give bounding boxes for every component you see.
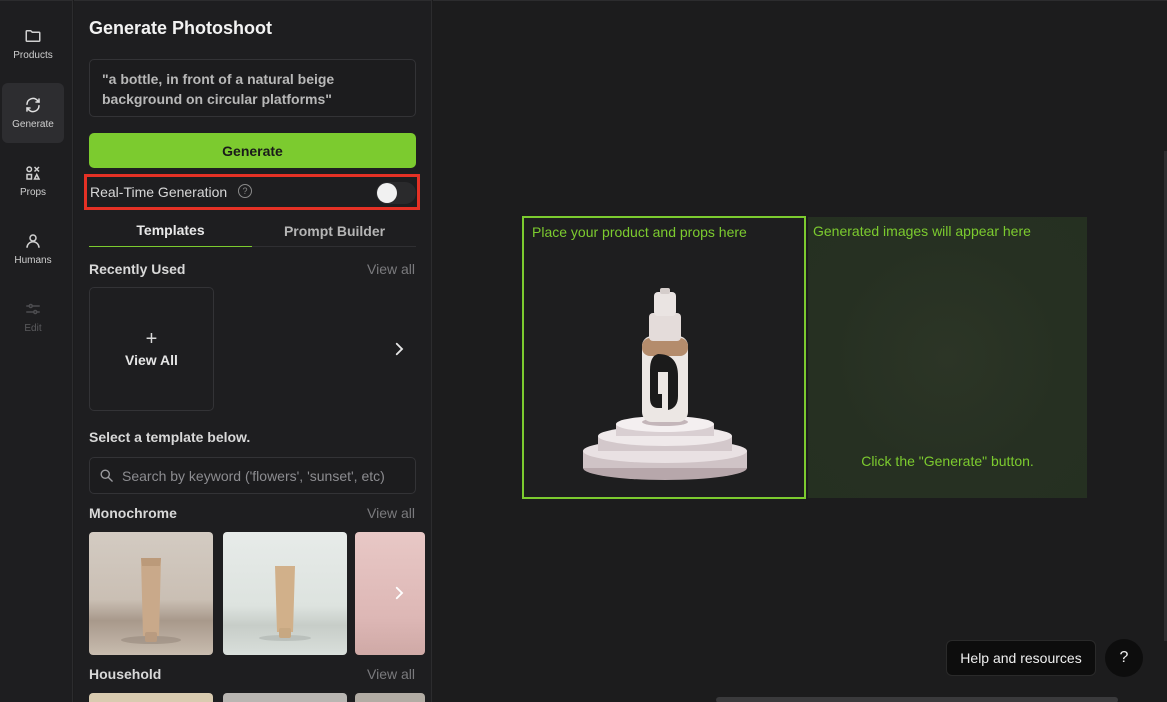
view-all-card[interactable]: + View All bbox=[89, 287, 214, 411]
rail-label: Products bbox=[13, 50, 53, 61]
rail-item-products[interactable]: Products bbox=[2, 14, 64, 74]
realtime-toggle[interactable] bbox=[376, 182, 416, 204]
realtime-generation-label: Real-Time Generation bbox=[90, 184, 228, 200]
person-icon bbox=[26, 234, 40, 248]
template-thumbnail[interactable] bbox=[223, 693, 347, 702]
recently-used-view-all[interactable]: View all bbox=[367, 261, 415, 277]
tube-product-image bbox=[121, 558, 181, 644]
rail-label: Edit bbox=[24, 323, 42, 334]
recently-used-heading: Recently Used bbox=[89, 261, 186, 277]
rail-label: Props bbox=[19, 187, 47, 198]
rail-item-humans[interactable]: Humans bbox=[2, 219, 64, 279]
bottle-on-podium-image bbox=[583, 288, 747, 480]
folder-icon bbox=[25, 30, 41, 42]
tab-prompt-builder[interactable]: Prompt Builder bbox=[253, 214, 416, 247]
plus-icon: + bbox=[145, 328, 158, 350]
toggle-knob bbox=[377, 183, 397, 203]
generate-hint: Click the "Generate" button. bbox=[861, 453, 1034, 469]
household-heading: Household bbox=[89, 666, 162, 682]
rail-item-generate[interactable]: Generate bbox=[2, 83, 64, 143]
sliders-icon bbox=[26, 303, 40, 315]
panel-tabs: Templates Prompt Builder bbox=[89, 214, 416, 247]
product-drop-zone[interactable]: Place your product and props here bbox=[522, 216, 806, 499]
template-search bbox=[89, 457, 416, 494]
template-thumbnail[interactable] bbox=[89, 532, 213, 655]
refresh-icon bbox=[26, 97, 40, 113]
template-thumbnail[interactable] bbox=[223, 532, 347, 655]
canvas-area: Place your product and props here Genera… bbox=[433, 0, 1167, 702]
rail-label: Generate bbox=[12, 119, 54, 130]
help-and-resources-button[interactable]: Help and resources bbox=[946, 640, 1096, 676]
template-thumbnail[interactable] bbox=[355, 693, 425, 702]
app: Products Generate Props Humans Edit Gene… bbox=[0, 0, 1167, 702]
generate-panel: Generate Photoshoot "a bottle, in front … bbox=[74, 0, 432, 702]
household-view-all[interactable]: View all bbox=[367, 666, 415, 682]
rail-label: Humans bbox=[14, 255, 52, 266]
nav-rail: Products Generate Props Humans Edit bbox=[0, 0, 73, 702]
monochrome-heading: Monochrome bbox=[89, 505, 177, 521]
prompt-textarea[interactable]: "a bottle, in front of a natural beige b… bbox=[89, 59, 416, 117]
help-question-button[interactable]: ? bbox=[1105, 639, 1143, 677]
generated-images-zone: Generated images will appear here Click … bbox=[808, 217, 1087, 498]
search-input[interactable] bbox=[122, 458, 412, 493]
rail-item-props[interactable]: Props bbox=[2, 151, 64, 211]
props-icon bbox=[26, 166, 41, 180]
tube-product-image bbox=[259, 566, 311, 641]
chevron-right-icon[interactable] bbox=[390, 584, 408, 602]
tab-templates[interactable]: Templates bbox=[89, 214, 252, 247]
chevron-right-icon[interactable] bbox=[390, 340, 408, 358]
panel-title: Generate Photoshoot bbox=[89, 18, 273, 38]
select-template-hint: Select a template below. bbox=[89, 429, 251, 445]
help-circle-icon[interactable]: ? bbox=[238, 184, 252, 198]
generate-button[interactable]: Generate bbox=[89, 133, 416, 168]
horizontal-scrollbar[interactable] bbox=[716, 697, 1118, 702]
view-all-card-label: View All bbox=[125, 352, 178, 368]
realtime-generation-row: Real-Time Generation ? bbox=[84, 174, 420, 210]
result-zone-label: Generated images will appear here bbox=[813, 223, 1031, 239]
search-icon bbox=[100, 469, 113, 482]
monochrome-view-all[interactable]: View all bbox=[367, 505, 415, 521]
template-thumbnail[interactable] bbox=[89, 693, 213, 702]
rail-item-edit: Edit bbox=[2, 287, 64, 347]
